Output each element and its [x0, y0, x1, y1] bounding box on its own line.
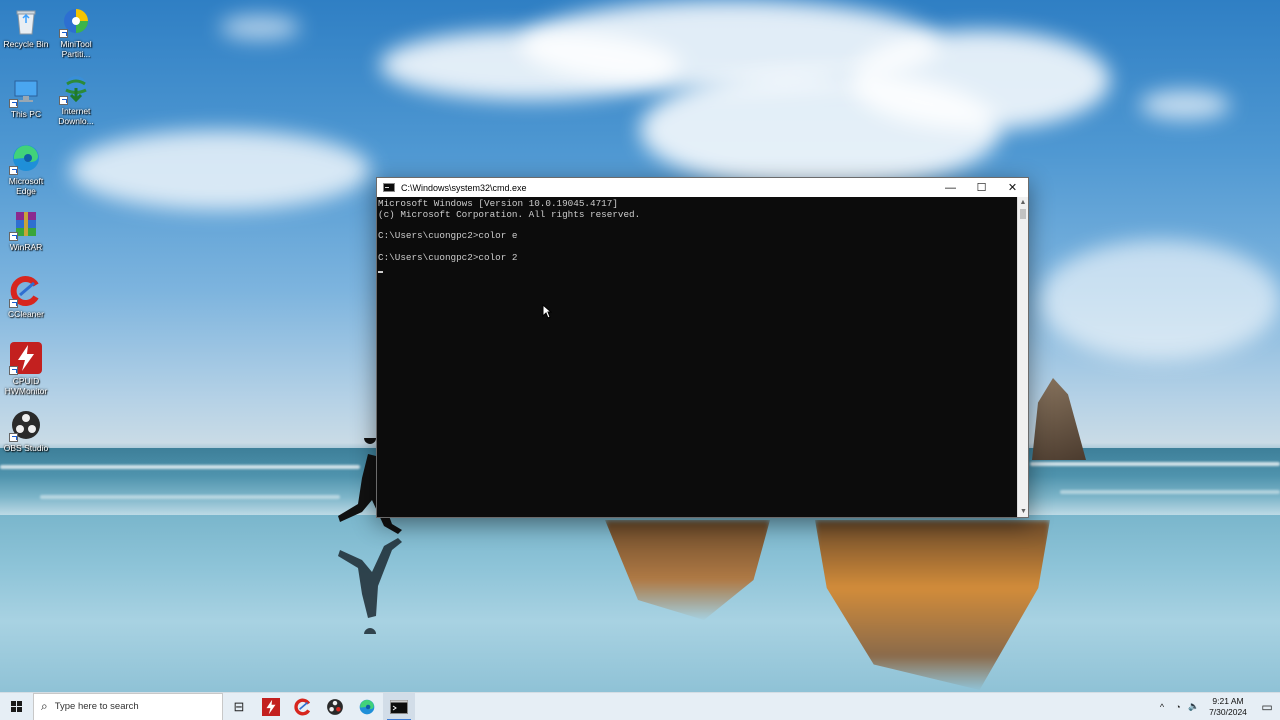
taskbar-clock[interactable]: 9:21 AM 7/30/2024: [1202, 696, 1254, 718]
desktop-icon-this-pc[interactable]: This PC: [0, 75, 52, 119]
notification-center-button[interactable]: ▭: [1254, 693, 1280, 720]
desktop-icon-label: Internet Downlo...: [58, 106, 94, 126]
wallpaper-cloud: [1140, 90, 1230, 120]
scroll-thumb[interactable]: [1020, 209, 1026, 219]
taskbar-app-hwmonitor[interactable]: [255, 693, 287, 720]
desktop-icon-label: WinRAR: [9, 242, 43, 252]
ccleaner-icon: [294, 698, 311, 715]
system-tray: ^ ◔ 🔈 9:21 AM 7/30/2024 ▭: [1154, 693, 1280, 720]
recycle-bin-icon: [10, 5, 42, 37]
wallpaper-rock: [1032, 378, 1086, 460]
taskbar-app-ccleaner[interactable]: [287, 693, 319, 720]
desktop-icon-hwmonitor[interactable]: CPUID HWMonitor: [0, 342, 52, 396]
mouse-pointer-icon: [542, 304, 552, 319]
volume-icon[interactable]: 🔈: [1186, 693, 1202, 720]
clock-date: 7/30/2024: [1209, 706, 1247, 717]
desktop-icon-idm[interactable]: Internet Downlo...: [50, 72, 102, 126]
taskbar: ⌕ Type here to search ⊟ ^ ◔ 🔈 9:21 AM 7/…: [0, 692, 1280, 720]
desktop-icon-label: Recycle Bin: [3, 39, 49, 49]
wallpaper-cloud: [70, 130, 370, 210]
taskbar-app-cmd[interactable]: [383, 692, 415, 720]
obs-icon: [327, 698, 343, 715]
taskbar-search-box[interactable]: ⌕ Type here to search: [33, 692, 223, 720]
edge-icon: [359, 699, 375, 714]
task-view-button[interactable]: ⊟: [223, 693, 255, 720]
ccleaner-icon: [9, 275, 42, 308]
window-title: C:\Windows\system32\cmd.exe: [401, 182, 527, 193]
desktop-icon-label: MiniTool Partiti...: [60, 39, 92, 59]
minitool-icon: [59, 5, 92, 38]
minimize-button[interactable]: —: [935, 178, 966, 197]
taskbar-app-obs[interactable]: [319, 693, 351, 720]
idm-globe-icon: [59, 72, 92, 105]
desktop-icon-edge[interactable]: Microsoft Edge: [0, 142, 52, 196]
shortcut-arrow-icon: [59, 96, 68, 105]
desktop-icon-recycle-bin[interactable]: Recycle Bin: [0, 5, 52, 49]
desktop-icon-ccleaner[interactable]: CCleaner: [0, 275, 52, 319]
cmd-icon: [383, 183, 395, 192]
computer-icon: [9, 75, 42, 108]
wallpaper-cloud: [220, 15, 300, 40]
network-icon[interactable]: ◔: [1170, 693, 1186, 720]
wallpaper-wave: [1060, 490, 1280, 494]
obs-icon: [9, 409, 42, 442]
show-hidden-icons-chevron-icon[interactable]: ^: [1154, 693, 1170, 720]
shortcut-arrow-icon: [9, 433, 18, 442]
search-icon: ⌕: [41, 699, 48, 713]
hwmonitor-icon: [262, 697, 280, 716]
scroll-down-button[interactable]: ▼: [1018, 506, 1029, 517]
desktop-icon-label: This PC: [10, 109, 42, 119]
taskbar-app-edge[interactable]: [351, 693, 383, 720]
edge-icon: [9, 142, 42, 175]
shortcut-arrow-icon: [9, 99, 18, 108]
desktop-icon-winrar[interactable]: WinRAR: [0, 208, 52, 252]
shortcut-arrow-icon: [9, 166, 18, 175]
shortcut-arrow-icon: [9, 366, 18, 375]
winrar-icon: [9, 208, 42, 241]
vertical-scrollbar[interactable]: ▲ ▼: [1017, 197, 1028, 517]
console-line: C:\Users\cuongpc2>color e: [378, 230, 518, 242]
wallpaper-wave: [1030, 462, 1280, 466]
desktop-icon-label: Microsoft Edge: [8, 176, 44, 196]
window-titlebar[interactable]: C:\Windows\system32\cmd.exe — ☐ ✕: [377, 178, 1028, 197]
cmd-icon: [390, 699, 408, 714]
windows-logo-icon: [11, 701, 22, 712]
console-line: (c) Microsoft Corporation. All rights re…: [378, 208, 641, 220]
wallpaper-cloud: [850, 30, 1110, 130]
search-placeholder: Type here to search: [54, 701, 139, 712]
desktop-icon-label: OBS Studio: [3, 443, 49, 453]
shortcut-arrow-icon: [9, 299, 18, 308]
maximize-button[interactable]: ☐: [966, 178, 997, 197]
notification-icon: ▭: [1261, 699, 1273, 714]
cmd-window[interactable]: C:\Windows\system32\cmd.exe — ☐ ✕ Micros…: [376, 177, 1029, 518]
console-input-line[interactable]: [378, 263, 1017, 274]
close-button[interactable]: ✕: [997, 178, 1028, 197]
shortcut-arrow-icon: [59, 29, 68, 38]
desktop-icon-label: CPUID HWMonitor: [4, 376, 48, 396]
console-line: C:\Users\cuongpc2>color 2: [378, 251, 518, 263]
wallpaper-cloud: [1040, 240, 1280, 360]
start-button[interactable]: [0, 693, 33, 720]
desktop-icon-obs[interactable]: OBS Studio: [0, 409, 52, 453]
clock-time: 9:21 AM: [1212, 695, 1244, 706]
task-view-icon: ⊟: [233, 698, 245, 714]
wallpaper-wave: [0, 465, 360, 469]
desktop-icon-minitool[interactable]: MiniTool Partiti...: [50, 5, 102, 59]
console-output[interactable]: Microsoft Windows [Version 10.0.19045.47…: [377, 197, 1017, 517]
text-cursor: [378, 270, 383, 273]
hwmonitor-icon: [9, 342, 42, 375]
desktop-icon-label: CCleaner: [8, 309, 44, 319]
shortcut-arrow-icon: [9, 232, 18, 241]
wallpaper-wave: [40, 495, 340, 499]
scroll-up-button[interactable]: ▲: [1018, 197, 1028, 208]
